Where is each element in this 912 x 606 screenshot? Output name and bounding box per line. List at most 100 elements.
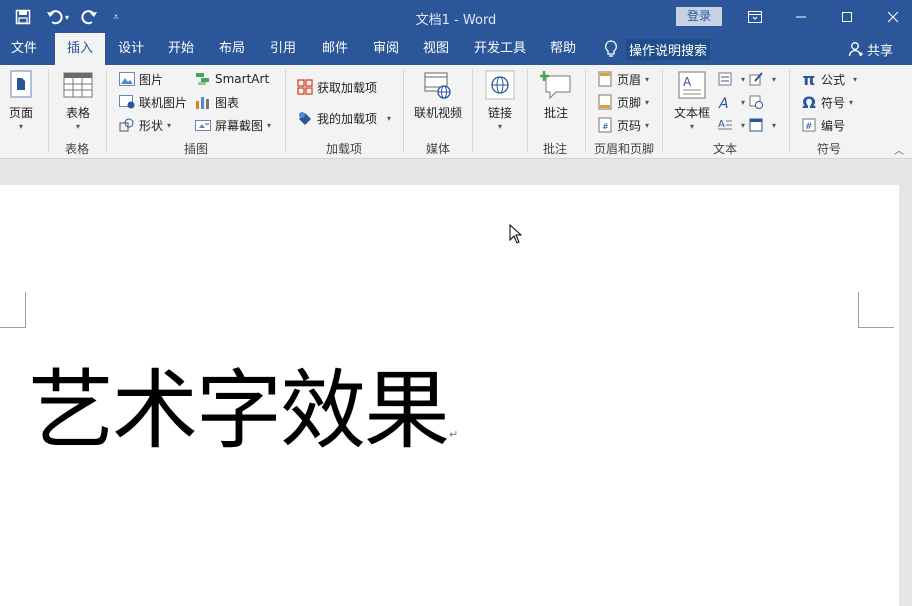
textbox-label: 文本框 (673, 106, 710, 120)
crop-mark-right (858, 292, 894, 328)
my-addins-button[interactable]: 我的加载项 ▾ (296, 108, 391, 128)
chevron-down-icon: ▾ (741, 120, 746, 130)
tab-references[interactable]: 引用 (259, 33, 307, 65)
numbering-button[interactable]: # 编号 (800, 115, 845, 135)
maximize-icon[interactable] (832, 6, 862, 28)
my-addins-icon (296, 109, 314, 127)
online-video-button[interactable]: 联机视频 (412, 69, 464, 121)
document-top-margin (0, 159, 912, 185)
smartart-label: SmartArt (215, 72, 270, 86)
chevron-down-icon: ▾ (741, 97, 746, 107)
vertical-scroll-area[interactable] (899, 185, 912, 606)
document-heading-text[interactable]: 艺术字效果 (28, 356, 450, 466)
close-icon[interactable] (878, 6, 908, 28)
chart-icon (194, 93, 212, 111)
collapse-ribbon-icon[interactable]: ︿ (894, 142, 904, 157)
chevron-down-icon: ▾ (387, 113, 392, 123)
tab-design[interactable]: 设计 (107, 33, 155, 65)
quick-parts-icon (716, 70, 734, 88)
tab-help[interactable]: 帮助 (539, 33, 587, 65)
footer-icon (596, 93, 614, 111)
chevron-down-icon: ▾ (267, 120, 272, 130)
tab-mailings[interactable]: 邮件 (311, 33, 359, 65)
login-button[interactable]: 登录 (676, 7, 722, 26)
signature-icon (747, 70, 765, 88)
group-divider (585, 69, 586, 153)
group-label-illustrations: 插图 (183, 142, 208, 156)
chart-label: 图表 (215, 95, 240, 110)
tab-home[interactable]: 开始 (157, 33, 205, 65)
lightbulb-icon (605, 40, 617, 57)
save-icon[interactable] (12, 6, 34, 28)
table-label: 表格 (65, 106, 90, 120)
get-addins-button[interactable]: 获取加载项 (296, 77, 377, 97)
wordart-button[interactable]: A ▾ (716, 92, 745, 112)
smartart-icon (194, 70, 212, 88)
undo-dropdown-icon[interactable]: ▾ (62, 6, 72, 28)
picture-button[interactable]: 图片 (118, 69, 163, 89)
equation-button[interactable]: π 公式 ▾ (800, 69, 857, 89)
tab-view[interactable]: 视图 (412, 33, 460, 65)
svg-text:A: A (718, 119, 725, 130)
chevron-down-icon: ▾ (853, 74, 858, 84)
online-picture-label: 联机图片 (139, 95, 188, 110)
tell-me-label: 操作说明搜索 (626, 38, 711, 60)
ribbon-display-options-icon[interactable] (740, 6, 770, 28)
drop-cap-button[interactable]: A ▾ (716, 115, 745, 135)
screenshot-button[interactable]: 屏幕截图 ▾ (194, 115, 271, 135)
tab-insert[interactable]: 插入 (55, 33, 105, 65)
symbol-button[interactable]: Ω 符号 ▾ (800, 92, 853, 112)
share-button[interactable]: 共享 (848, 33, 893, 65)
header-label: 页眉 (617, 72, 642, 87)
group-divider (789, 69, 790, 153)
minimize-icon[interactable] (786, 6, 816, 28)
group-label-addins: 加载项 (325, 142, 362, 156)
tab-review[interactable]: 审阅 (362, 33, 410, 65)
textbox-button[interactable]: A 文本框 ▾ (672, 69, 712, 131)
table-button[interactable]: 表格 ▾ (60, 69, 96, 131)
chevron-down-icon: ▾ (645, 120, 650, 130)
header-button[interactable]: 页眉 ▾ (596, 69, 649, 89)
chevron-down-icon: ▾ (772, 74, 777, 84)
smartart-button[interactable]: SmartArt (194, 69, 269, 89)
screenshot-label: 屏幕截图 (215, 118, 264, 133)
tab-file[interactable]: 文件 (0, 33, 48, 65)
header-icon (596, 70, 614, 88)
textbox-icon: A (676, 69, 708, 101)
pages-button[interactable]: 页面 ▾ (6, 69, 36, 131)
object-button[interactable]: ▾ (747, 115, 776, 135)
tell-me-search[interactable]: 操作说明搜索 (604, 33, 711, 65)
group-divider (285, 69, 286, 153)
chevron-down-icon: ▾ (167, 120, 172, 130)
svg-text:A: A (718, 96, 729, 109)
pi-icon: π (802, 69, 816, 89)
date-time-button[interactable] (747, 92, 768, 112)
links-button[interactable]: 链接 ▾ (484, 69, 516, 131)
comment-label: 批注 (543, 106, 568, 120)
chart-button[interactable]: 图表 (194, 92, 239, 112)
shapes-icon (118, 116, 136, 134)
quick-parts-button[interactable]: ▾ (716, 69, 745, 89)
customize-qat-icon[interactable]: ⩡ (108, 6, 124, 28)
mouse-pointer-icon (509, 224, 523, 244)
page-icon (5, 69, 37, 101)
shapes-button[interactable]: 形状 ▾ (118, 115, 171, 135)
group-label-comments: 批注 (542, 142, 567, 156)
comment-icon (540, 69, 572, 101)
svg-text:#: # (805, 122, 813, 132)
signature-line-button[interactable]: ▾ (747, 69, 776, 89)
person-icon (848, 42, 863, 57)
online-picture-icon (118, 93, 136, 111)
comment-button[interactable]: 批注 (538, 69, 574, 121)
online-picture-button[interactable]: 联机图片 (118, 92, 187, 112)
footer-button[interactable]: 页脚 ▾ (596, 92, 649, 112)
online-video-label: 联机视频 (413, 106, 462, 120)
tab-layout[interactable]: 布局 (208, 33, 256, 65)
page-number-button[interactable]: # 页码 ▾ (596, 115, 649, 135)
svg-text:#: # (602, 122, 609, 131)
tab-developer[interactable]: 开发工具 (467, 33, 533, 65)
title-bar: ▾ ⩡ 文档1 - Word 登录 (0, 0, 912, 33)
group-label-header-footer: 页眉和页脚 (593, 142, 654, 156)
group-label-tables: 表格 (64, 142, 89, 156)
redo-icon[interactable] (76, 6, 102, 28)
